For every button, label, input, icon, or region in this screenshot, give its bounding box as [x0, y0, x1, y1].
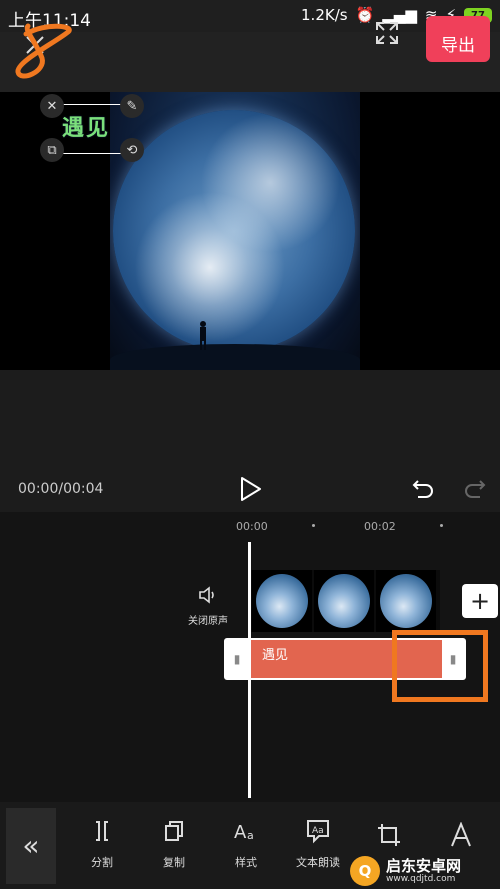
net-speed: 1.2K/s	[301, 6, 348, 24]
svg-text:a: a	[247, 829, 254, 842]
text-track-label: 遇见	[262, 648, 289, 663]
tool-copy[interactable]: 复制	[144, 818, 204, 870]
time-display: 00:00/00:04	[18, 481, 104, 497]
collapse-button[interactable]: «	[6, 808, 56, 884]
earth-image	[113, 110, 355, 352]
bottom-toolbar: « 分割 复制 A a 样式 Aa 文本朗读 Q 启东安卓网 www.qdjtd…	[0, 802, 500, 889]
watermark: Q 启东安卓网 www.qdjtd.com	[350, 854, 496, 888]
undo-icon[interactable]	[410, 475, 436, 501]
tool-label: 复制	[163, 856, 185, 869]
tool-text-style[interactable]: A a 样式	[216, 818, 276, 870]
playhead[interactable]	[248, 542, 251, 798]
svg-text:Aa: Aa	[312, 826, 324, 836]
ruler-dot	[440, 524, 443, 527]
speaker-icon	[199, 586, 214, 604]
export-button[interactable]: 导出	[426, 16, 490, 62]
ruler-dot	[312, 524, 315, 527]
redo-icon[interactable]	[462, 475, 488, 501]
tool-label: 分割	[91, 856, 113, 869]
tool-label: 样式	[235, 856, 257, 869]
tool-text-to-speech[interactable]: Aa 文本朗读	[288, 818, 348, 870]
clip-thumbnail	[314, 570, 374, 632]
status-bar: 上午11:14 1.2K/s ⏰ ▂▄▆ ≋ ⚡ 77	[0, 0, 500, 32]
close-icon[interactable]	[22, 32, 48, 58]
video-frame	[110, 92, 360, 370]
text-style-icon: A a	[234, 822, 254, 843]
crop-icon[interactable]	[378, 822, 402, 848]
tool-split[interactable]: 分割	[72, 818, 132, 870]
highlight-annotation	[392, 630, 488, 702]
mute-original-button[interactable]: 关闭原声	[178, 584, 238, 632]
text-to-speech-icon: Aa	[307, 820, 329, 844]
sticker-copy-icon[interactable]: ⧉	[40, 138, 64, 162]
copy-icon	[165, 821, 183, 841]
mute-label: 关闭原声	[188, 616, 228, 627]
watermark-text: 启东安卓网 www.qdjtd.com	[386, 858, 461, 884]
timeline[interactable]: 00:00 00:02 关闭原声 + ▮ 遇见 ▮	[0, 512, 500, 802]
text-track-left-handle[interactable]: ▮	[226, 640, 248, 678]
sticker-edit-icon[interactable]: ✎	[120, 94, 144, 118]
clip-thumbnail	[376, 570, 436, 632]
ruler-label: 00:00	[236, 520, 268, 533]
tool-label: 文本朗读	[296, 856, 340, 869]
text-template-icon[interactable]	[448, 822, 474, 848]
clip-thumbnail	[252, 570, 312, 632]
clock: 上午11:14	[8, 11, 91, 31]
play-icon[interactable]	[238, 475, 264, 503]
sticker-delete-icon[interactable]: ✕	[40, 94, 64, 118]
video-clip[interactable]	[250, 570, 440, 632]
text-sticker[interactable]: 遇见	[62, 110, 110, 142]
watermark-title: 启东安卓网	[386, 857, 462, 875]
horizon	[110, 344, 360, 370]
alarm-icon: ⏰	[355, 6, 375, 24]
ruler-label: 00:02	[364, 520, 396, 533]
editor-header: 导出	[0, 16, 500, 92]
sticker-rotate-icon[interactable]: ⟲	[120, 138, 144, 162]
svg-text:A: A	[234, 822, 247, 843]
person-silhouette	[200, 321, 206, 350]
video-preview[interactable]: 遇见 ✕ ✎ ⧉ ⟲	[0, 92, 500, 370]
player-controls: 00:00/00:04	[0, 370, 500, 512]
add-clip-button[interactable]: +	[462, 584, 498, 618]
watermark-logo-icon: Q	[350, 856, 380, 886]
watermark-url: www.qdjtd.com	[386, 874, 456, 884]
split-icon	[96, 821, 108, 841]
fullscreen-icon[interactable]	[374, 20, 400, 46]
